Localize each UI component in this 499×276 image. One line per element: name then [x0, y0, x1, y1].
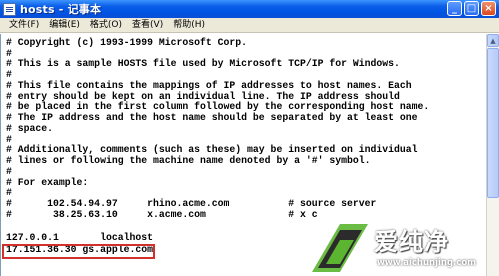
- window-title: hosts - 记事本: [20, 3, 102, 16]
- editor-line: 127.0.0.1 localhost: [6, 232, 153, 243]
- menu-edit[interactable]: 编辑(E): [44, 18, 85, 33]
- editor-line: # Copyright (c) 1993-1999 Microsoft Corp…: [6, 37, 248, 48]
- scroll-up-arrow-icon[interactable]: ▲: [487, 34, 499, 47]
- editor-line: #: [6, 166, 12, 177]
- editor-line: # This file contains the mappings of IP …: [6, 80, 412, 91]
- editor-line: # be placed in the first column followed…: [6, 101, 430, 112]
- menu-bar: 文件(F) 编辑(E) 格式(O) 查看(V) 帮助(H): [0, 18, 499, 33]
- editor-line: # 102.54.94.97 rhino.acme.com # source s…: [6, 198, 377, 209]
- maximize-button[interactable]: □: [464, 1, 479, 16]
- highlight-box: [2, 244, 155, 259]
- editor-line: # 38.25.63.10 x.acme.com # x c: [6, 209, 318, 220]
- minimize-button[interactable]: _: [447, 1, 462, 16]
- editor-line: # For example:: [6, 177, 89, 188]
- editor-line: # space.: [6, 123, 54, 134]
- editor-line: #: [6, 187, 12, 198]
- scroll-thumb[interactable]: [487, 48, 499, 198]
- title-bar[interactable]: hosts - 记事本 _ □ ×: [0, 0, 499, 18]
- watermark-text: 爱纯净: [374, 228, 449, 256]
- editor-line: # The IP address and the host name shoul…: [6, 112, 418, 123]
- vertical-scrollbar[interactable]: ▲: [486, 34, 499, 276]
- window-controls: _ □ ×: [447, 1, 496, 16]
- notepad-icon: [3, 2, 16, 16]
- close-button[interactable]: ×: [481, 1, 496, 16]
- menu-format[interactable]: 格式(O): [85, 18, 127, 33]
- editor-line: # lines or following the machine name de…: [6, 155, 371, 166]
- menu-view[interactable]: 查看(V): [127, 18, 168, 33]
- watermark-url: www.aichunjing.com: [377, 258, 477, 268]
- editor-line: # Additionally, comments (such as these)…: [6, 144, 418, 155]
- editor-line: #: [6, 69, 12, 80]
- editor-line: # This is a sample HOSTS file used by Mi…: [6, 58, 400, 69]
- menu-help[interactable]: 帮助(H): [168, 18, 210, 33]
- menu-file[interactable]: 文件(F): [4, 18, 44, 33]
